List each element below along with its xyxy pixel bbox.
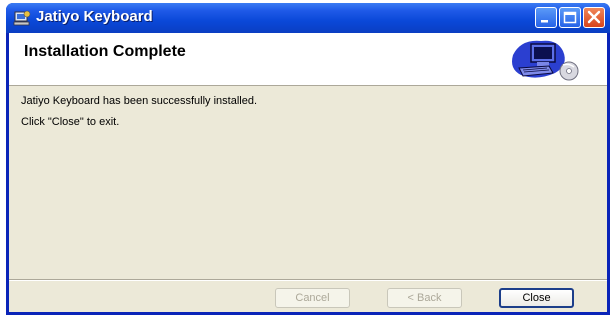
back-button[interactable]: < Back: [387, 288, 462, 308]
success-message: Jatiyo Keyboard has been successfully in…: [21, 95, 258, 107]
page-title: Installation Complete: [24, 43, 186, 60]
installer-window: Jatiyo Keyboard Installation Complete Ja…: [6, 3, 610, 315]
minimize-button[interactable]: [535, 7, 557, 28]
title-bar[interactable]: Jatiyo Keyboard: [6, 3, 610, 33]
close-window-button[interactable]: [583, 7, 605, 28]
dialog-header: Installation Complete: [9, 33, 607, 86]
dialog-client-area: Installation Complete Jatiyo Keyboard ha…: [9, 33, 607, 312]
minimize-icon: [541, 20, 548, 23]
cancel-button[interactable]: Cancel: [275, 288, 350, 308]
maximize-button[interactable]: [559, 7, 581, 28]
footer-divider: [9, 279, 607, 281]
close-button[interactable]: Close: [499, 288, 574, 308]
window-title: Jatiyo Keyboard: [36, 8, 153, 25]
close-icon: [587, 10, 601, 24]
installer-app-icon: [13, 10, 31, 26]
exit-instruction: Click "Close" to exit.: [21, 116, 120, 128]
computer-setup-icon: [512, 40, 579, 81]
maximize-icon: [563, 11, 577, 24]
